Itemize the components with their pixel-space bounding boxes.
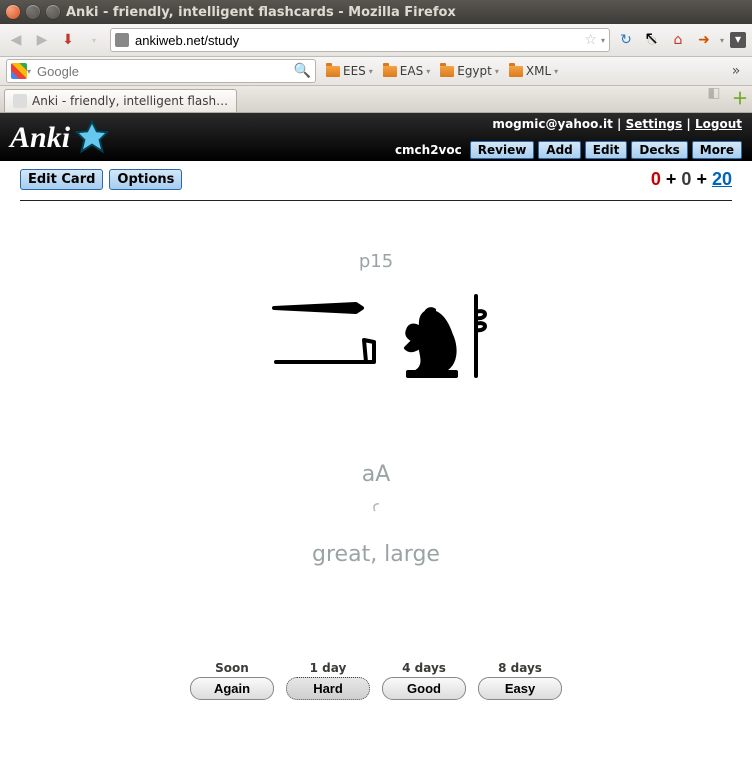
answer-again: Soon Again — [190, 661, 274, 700]
window-close-button[interactable] — [6, 5, 20, 19]
bookmark-xml[interactable]: XML▾ — [509, 64, 558, 78]
hieroglyph-image — [20, 290, 732, 382]
good-button[interactable]: Good — [382, 677, 466, 700]
forward-button[interactable]: ▶ — [32, 32, 52, 48]
answer-time: Soon — [215, 661, 249, 675]
answer-row: Soon Again 1 day Hard 4 days Good 8 days… — [20, 661, 732, 700]
site-identity-icon[interactable] — [115, 33, 129, 47]
toolbar-extra-button[interactable]: ▾ — [730, 32, 746, 48]
answer-time: 8 days — [498, 661, 542, 675]
add-button[interactable]: Add — [538, 141, 580, 159]
answer-easy: 8 days Easy — [478, 661, 562, 700]
downloads-menu[interactable]: ▾ — [84, 36, 104, 45]
answer-good: 4 days Good — [382, 661, 466, 700]
search-engine-dropdown[interactable]: ▾ — [27, 67, 31, 76]
navigation-toolbar: ◀ ▶ ⬇ ▾ ☆ ▾ ↻ ⦸ ⌂ ➜ ▾ ▾ — [0, 24, 752, 57]
reload-button[interactable]: ↻ — [616, 32, 636, 48]
answer-time: 1 day — [310, 661, 347, 675]
deck-menu: cmch2voc Review Add Edit Decks More — [395, 141, 742, 159]
search-input[interactable] — [35, 63, 290, 80]
bookmark-star-icon[interactable]: ☆ — [584, 32, 597, 48]
window-title: Anki - friendly, intelligent flashcards … — [66, 5, 456, 20]
due-counts: 0 + 0 + 20 — [651, 169, 732, 190]
hard-button[interactable]: Hard — [286, 677, 370, 700]
card-reference: p15 — [20, 251, 732, 272]
tab-title: Anki - friendly, intelligent flash… — [32, 94, 228, 108]
search-box[interactable]: ▾ 🔍 — [6, 59, 316, 83]
stop-button: ⦸ — [642, 32, 662, 48]
flashcard: p15 aA ꜥ great, large — [20, 201, 732, 651]
options-button[interactable]: Options — [109, 169, 182, 190]
anki-logo[interactable]: Anki — [10, 119, 112, 157]
easy-button[interactable]: Easy — [478, 677, 562, 700]
feeds-button[interactable]: ➜ — [694, 32, 714, 48]
answer-hard: 1 day Hard — [286, 661, 370, 700]
folder-icon — [383, 66, 397, 77]
card-extra: ꜥ — [20, 497, 732, 516]
bookmarks-toolbar: ▾ 🔍 EES▾ EAS▾ Egypt▾ XML▾ » — [0, 57, 752, 86]
favicon-icon — [13, 94, 27, 108]
downloads-button[interactable]: ⬇ — [58, 32, 78, 48]
page-content: Anki mogmic@yahoo.it | Settings | Logout… — [0, 113, 752, 760]
tab-anki[interactable]: Anki - friendly, intelligent flash… — [4, 89, 237, 112]
url-history-dropdown[interactable]: ▾ — [601, 36, 605, 45]
more-button[interactable]: More — [692, 141, 742, 159]
logout-link[interactable]: Logout — [695, 117, 742, 131]
tab-bar: Anki - friendly, intelligent flash… ◧ ＋ — [0, 86, 752, 113]
url-bar[interactable]: ☆ ▾ — [110, 28, 610, 52]
folder-icon — [326, 66, 340, 77]
count-new: 0 — [651, 169, 661, 189]
anki-header: Anki mogmic@yahoo.it | Settings | Logout… — [0, 113, 752, 161]
again-button[interactable]: Again — [190, 677, 274, 700]
account-links: mogmic@yahoo.it | Settings | Logout — [492, 117, 742, 131]
deck-name: cmch2voc — [395, 143, 462, 157]
home-button[interactable]: ⌂ — [668, 32, 688, 48]
count-learn: 0 — [681, 169, 691, 189]
answer-time: 4 days — [402, 661, 446, 675]
google-icon — [11, 63, 27, 79]
folder-icon — [509, 66, 523, 77]
search-icon[interactable]: 🔍 — [294, 63, 311, 79]
bookmarks-chevron-icon[interactable]: » — [726, 63, 746, 79]
feeds-menu[interactable]: ▾ — [720, 36, 724, 45]
anki-star-icon — [72, 119, 112, 157]
titlebar: Anki - friendly, intelligent flashcards … — [0, 0, 752, 24]
study-toolbar: Edit Card Options 0 + 0 + 20 — [20, 169, 732, 190]
back-button[interactable]: ◀ — [6, 32, 26, 48]
study-page: Edit Card Options 0 + 0 + 20 p15 — [0, 161, 752, 708]
edit-button[interactable]: Edit — [585, 141, 628, 159]
window-maximize-button[interactable] — [46, 5, 60, 19]
folder-icon — [440, 66, 454, 77]
edit-card-button[interactable]: Edit Card — [20, 169, 103, 190]
tab-groups-button[interactable]: ◧ — [704, 85, 724, 109]
decks-button[interactable]: Decks — [631, 141, 687, 159]
bookmark-egypt[interactable]: Egypt▾ — [440, 64, 499, 78]
window-minimize-button[interactable] — [26, 5, 40, 19]
settings-link[interactable]: Settings — [626, 117, 683, 131]
card-meaning: great, large — [20, 542, 732, 567]
review-button[interactable]: Review — [470, 141, 535, 159]
bookmark-eas[interactable]: EAS▾ — [383, 64, 430, 78]
count-review[interactable]: 20 — [712, 169, 732, 189]
bookmark-ees[interactable]: EES▾ — [326, 64, 373, 78]
new-tab-button[interactable]: ＋ — [732, 85, 748, 109]
url-input[interactable] — [133, 30, 580, 50]
account-email: mogmic@yahoo.it — [492, 117, 612, 131]
window: ↖ Anki - friendly, intelligent flashcard… — [0, 0, 752, 760]
card-transliteration: aA — [20, 462, 732, 487]
